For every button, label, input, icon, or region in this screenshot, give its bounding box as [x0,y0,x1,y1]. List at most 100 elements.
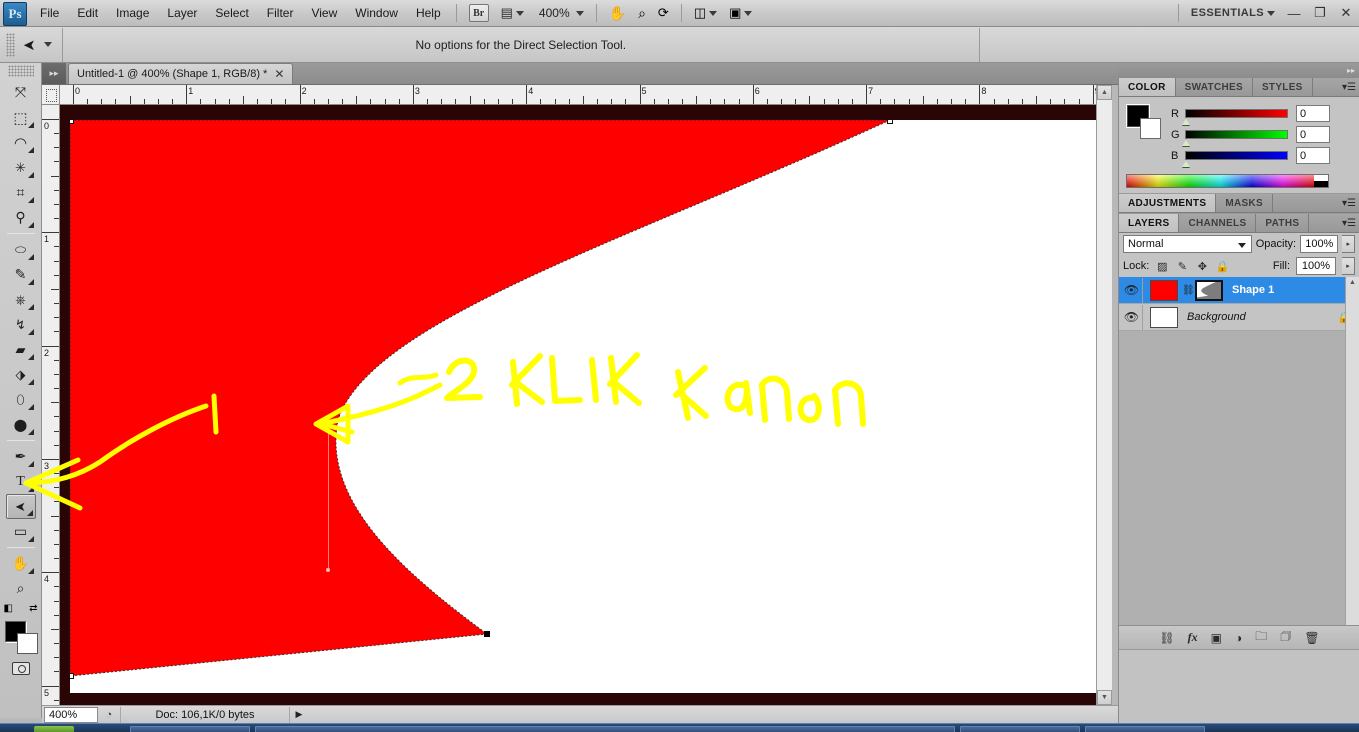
layer-thumbnail[interactable] [1150,279,1178,301]
menu-select[interactable]: Select [206,2,257,24]
vector-mask-thumbnail[interactable] [1195,279,1223,301]
rotate-view-button[interactable]: ⟳ [654,3,673,23]
dodge-tool[interactable]: ⬤ [6,412,36,437]
brush-tool[interactable]: ✎ [6,262,36,287]
screen-mode-button[interactable]: ▣ [725,3,756,23]
red-vector-shape[interactable] [70,120,1100,693]
path-anchor-selected[interactable] [484,631,490,637]
tab-styles[interactable]: STYLES [1253,78,1313,96]
red-slider-thumb[interactable] [1182,119,1190,125]
green-slider-thumb[interactable] [1182,140,1190,146]
new-layer-icon[interactable]: 🗇 [1280,627,1291,648]
lock-position-icon[interactable]: ✥ [1195,260,1209,273]
green-channel-value[interactable]: 0 [1296,126,1330,143]
menu-help[interactable]: Help [407,2,450,24]
new-adjustment-layer-icon[interactable]: ◑ [1235,631,1242,645]
minimize-button[interactable]: — [1281,3,1307,23]
zoom-percentage-field[interactable]: 400% [44,706,98,723]
horizontal-ruler[interactable]: 0123456789 [60,85,1110,105]
color-panel-menu-icon[interactable]: ▾☰ [1339,78,1359,96]
tab-adjustments[interactable]: ADJUSTMENTS [1119,194,1217,212]
menu-image[interactable]: Image [107,2,158,24]
close-document-icon[interactable]: ✕ [274,67,284,81]
close-button[interactable]: ✕ [1333,3,1359,23]
zoom-tool[interactable]: ⌕ [6,576,36,601]
lock-all-icon[interactable]: 🔒 [1215,260,1229,273]
spectrum-hues[interactable] [1127,175,1314,187]
menu-window[interactable]: Window [346,2,407,24]
lock-transparent-pixels-icon[interactable]: ▨ [1155,260,1169,273]
rectangular-marquee-tool[interactable]: ⬚ [6,105,36,130]
blend-mode-select[interactable]: Normal [1123,235,1252,253]
zoom-tool-button[interactable]: ⌕ [634,3,650,24]
scroll-down-arrow[interactable]: ▼ [1097,690,1112,705]
dock-header[interactable]: ▸▸ [1118,63,1359,78]
path-anchor-top-left[interactable] [70,120,74,124]
menu-file[interactable]: File [31,2,68,24]
path-anchor-bottom-left[interactable] [70,673,74,679]
tab-paths[interactable]: PATHS [1256,214,1310,232]
tab-channels[interactable]: CHANNELS [1179,214,1257,232]
layer-visibility-toggle[interactable]: 👁 [1121,277,1143,303]
layers-scroll-up-arrow[interactable]: ▲ [1346,279,1359,286]
fill-field[interactable]: 100% [1296,257,1336,275]
swap-colors-icon[interactable]: ⇄ [29,603,37,614]
menu-edit[interactable]: Edit [68,2,107,24]
status-menu-arrow[interactable]: ▶ [290,709,308,720]
magic-wand-tool[interactable]: ✳ [6,155,36,180]
mask-link-icon[interactable]: ⛓ [1182,285,1195,296]
tab-swatches[interactable]: SWATCHES [1176,78,1253,96]
blue-slider-thumb[interactable] [1182,161,1190,167]
layer-name-background[interactable]: Background [1187,311,1246,323]
opacity-field[interactable]: 100% [1300,235,1339,253]
zoom-level-selector[interactable]: 400% [532,4,588,22]
red-channel-value[interactable]: 0 [1296,105,1330,122]
document-canvas[interactable] [70,120,1100,693]
green-channel-slider[interactable] [1182,130,1288,146]
background-color-swatch[interactable] [16,633,38,654]
menu-view[interactable]: View [302,2,346,24]
gradient-tool[interactable]: ⬗ [6,362,36,387]
arrange-documents-button[interactable]: ◫ [690,3,721,23]
history-brush-tool[interactable]: ↯ [6,312,36,337]
blue-channel-slider[interactable] [1182,151,1288,167]
layers-scrollbar[interactable]: ▲ ▼ [1345,277,1359,649]
document-tab[interactable]: Untitled-1 @ 400% (Shape 1, RGB/8) * ✕ [68,63,294,84]
add-layer-mask-icon[interactable]: ▣ [1211,631,1222,645]
lock-image-pixels-icon[interactable]: ✎ [1175,260,1189,273]
spot-healing-brush-tool[interactable]: ⬭ [6,237,36,262]
layer-row-background[interactable]: 👁 Background 🔒 [1119,304,1359,331]
options-bar-grip[interactable] [6,32,15,57]
tab-layers[interactable]: LAYERS [1119,214,1180,232]
color-background-swatch[interactable] [1140,118,1161,139]
taskbar-item[interactable] [1085,726,1205,732]
path-anchor-top-right[interactable] [887,120,893,124]
toolbox-grip[interactable] [7,65,34,77]
workspace-switcher[interactable]: ESSENTIALS [1187,5,1279,21]
panel-expander-button[interactable]: ▸▸ [42,63,66,84]
spectrum-white-black[interactable] [1314,175,1328,187]
blue-channel-value[interactable]: 0 [1296,147,1330,164]
color-spectrum-ramp[interactable] [1126,174,1329,188]
status-preview-icon[interactable]: ◔ [98,707,120,723]
launch-bridge-button[interactable]: Br [465,2,493,24]
color-swatches[interactable] [3,619,39,654]
adjustments-panel-menu-icon[interactable]: ▾☰ [1339,194,1359,212]
tab-color[interactable]: COLOR [1119,78,1176,96]
layer-thumbnail[interactable] [1150,306,1178,328]
eraser-tool[interactable]: ▰ [6,337,36,362]
taskbar-item[interactable] [130,726,250,732]
move-tool[interactable]: ⤧ [6,80,36,105]
quick-mask-mode-button[interactable] [6,657,36,679]
layer-visibility-toggle[interactable]: 👁 [1121,304,1143,330]
taskbar-item[interactable] [255,726,955,732]
menu-filter[interactable]: Filter [258,2,303,24]
new-group-icon[interactable]: 🗀 [1255,627,1267,648]
canvas-vertical-scrollbar[interactable]: ▲ ▼ [1096,85,1112,705]
taskbar-item[interactable] [960,726,1080,732]
start-button[interactable] [34,726,74,732]
red-channel-slider[interactable] [1182,109,1288,125]
menu-layer[interactable]: Layer [158,2,206,24]
horizontal-type-tool[interactable]: T [6,469,36,494]
delete-layer-icon[interactable]: 🗑 [1304,631,1319,645]
